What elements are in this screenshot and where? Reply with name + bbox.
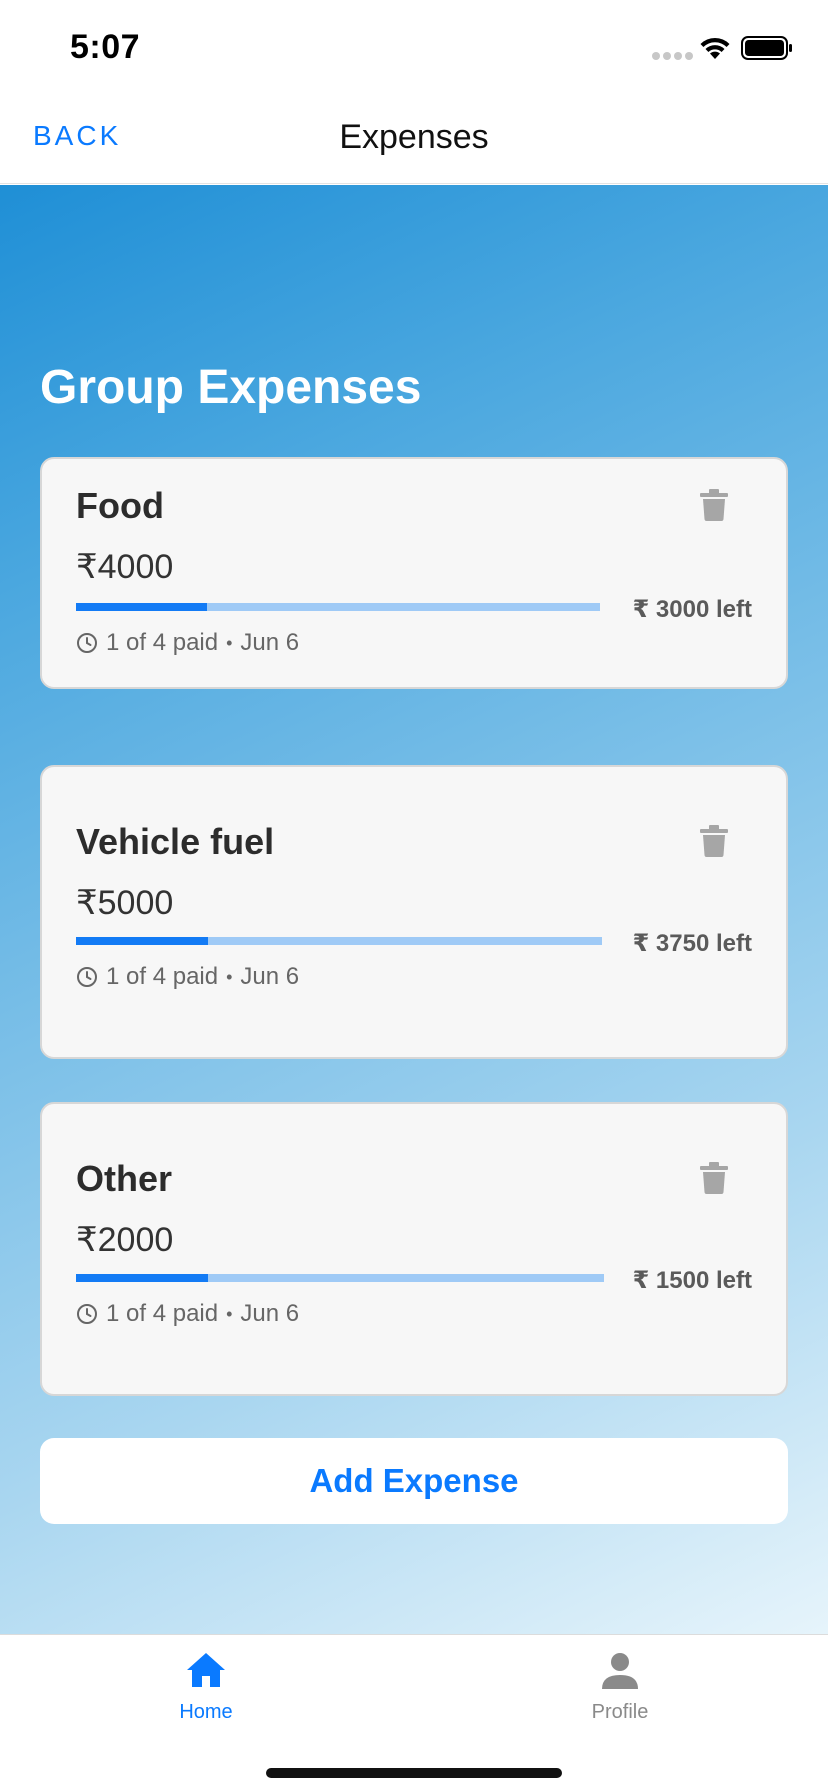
expense-date: Jun 6	[240, 629, 300, 656]
navigation-bar: BACK Expenses	[0, 92, 828, 184]
expense-card[interactable]: Vehicle fuel ₹5000 ₹ 3750 left 1 of 4 pa…	[40, 765, 788, 1059]
progress-bar	[76, 1274, 604, 1282]
home-indicator	[266, 1768, 562, 1778]
progress-fill	[76, 937, 208, 945]
amount-left: ₹ 1500 left	[632, 1267, 752, 1294]
trash-icon[interactable]	[700, 1162, 728, 1194]
clock-icon	[77, 967, 97, 987]
paid-status: 1 of 4 paid	[106, 963, 219, 990]
amount-left: ₹ 3000 left	[632, 596, 752, 623]
tab-label: Home	[179, 1701, 233, 1723]
expense-amount: ₹2000	[76, 1221, 174, 1259]
status-bar: 5:07	[0, 0, 828, 92]
tab-home[interactable]: Home	[126, 1649, 286, 1724]
cellular-signal-icon	[652, 52, 693, 60]
clock-icon	[77, 633, 97, 653]
tab-label: Profile	[591, 1701, 649, 1723]
progress-fill	[76, 1274, 208, 1282]
main-content: Group Expenses Food ₹4000 ₹ 3000 left 1 …	[0, 185, 828, 1634]
progress-bar	[76, 603, 600, 611]
separator-dot: •	[226, 1303, 233, 1324]
separator-dot: •	[226, 632, 233, 653]
amount-left: ₹ 3750 left	[632, 930, 752, 957]
expense-name: Vehicle fuel	[76, 821, 275, 862]
expense-date: Jun 6	[240, 963, 300, 990]
expense-card[interactable]: Other ₹2000 ₹ 1500 left 1 of 4 paid • Ju…	[40, 1102, 788, 1396]
status-time: 5:07	[70, 28, 141, 66]
add-expense-button[interactable]: Add Expense	[40, 1438, 788, 1524]
tab-profile[interactable]: Profile	[540, 1649, 700, 1724]
expense-amount: ₹5000	[76, 884, 174, 922]
progress-fill	[76, 603, 207, 611]
page-title: Expenses	[339, 118, 489, 156]
clock-icon	[77, 1304, 97, 1324]
person-icon	[602, 1653, 638, 1689]
expense-name: Food	[76, 485, 164, 526]
wifi-icon	[700, 37, 730, 59]
home-icon	[187, 1653, 225, 1687]
expense-meta: 1 of 4 paid • Jun 6	[76, 629, 299, 657]
paid-status: 1 of 4 paid	[106, 1300, 219, 1327]
expense-amount: ₹4000	[76, 548, 174, 586]
expense-date: Jun 6	[240, 1300, 300, 1327]
section-title: Group Expenses	[40, 361, 422, 414]
trash-icon[interactable]	[700, 825, 728, 857]
paid-status: 1 of 4 paid	[106, 629, 219, 656]
battery-icon	[741, 36, 792, 60]
trash-icon[interactable]	[700, 489, 728, 521]
expense-meta: 1 of 4 paid • Jun 6	[76, 1300, 299, 1328]
expense-name: Other	[76, 1158, 173, 1199]
expense-card[interactable]: Food ₹4000 ₹ 3000 left 1 of 4 paid • Jun…	[40, 457, 788, 689]
separator-dot: •	[226, 966, 233, 987]
progress-bar	[76, 937, 602, 945]
expense-meta: 1 of 4 paid • Jun 6	[76, 963, 299, 991]
